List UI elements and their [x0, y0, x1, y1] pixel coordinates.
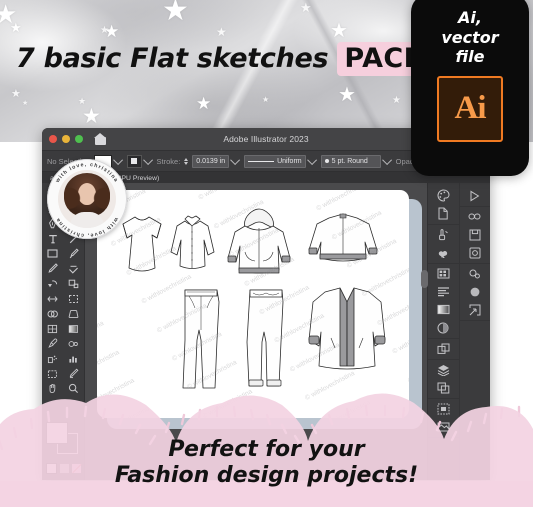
- stroke-label: Stroke:: [156, 156, 181, 166]
- symbols-panel-icon[interactable]: [436, 245, 451, 260]
- chevron-down-icon[interactable]: [381, 154, 392, 165]
- brush-value: 5 pt. Round: [331, 157, 368, 165]
- save-panel-icon[interactable]: [467, 227, 482, 242]
- stroke-profile-select[interactable]: Uniform: [244, 154, 306, 168]
- chevron-down-icon[interactable]: [230, 154, 241, 165]
- ai-badge-line-3: file: [455, 47, 485, 67]
- garment-jeans: [182, 289, 220, 389]
- listing-graphic-canvas: ★ ★ ★ ★ ★ ★ ★ ★ ★ ★ ★ ★ ★ ★ ★ ★ 7 basic …: [0, 0, 533, 507]
- rotate-tool-icon[interactable]: [42, 276, 63, 291]
- ai-logo-label: Ai: [454, 90, 487, 127]
- blend-tool-icon[interactable]: [63, 336, 84, 351]
- play-action-icon[interactable]: [467, 188, 482, 203]
- badge-text-bottom: with love, christina: [55, 215, 120, 238]
- brush-definition-select[interactable]: 5 pt. Round: [320, 154, 381, 168]
- headline-main: 7 basic Flat sketches: [16, 43, 329, 74]
- chevron-down-icon[interactable]: [306, 154, 317, 165]
- garment-dress: [122, 216, 162, 272]
- brush-icon: [324, 159, 329, 163]
- stroke-color-swatch[interactable]: [126, 154, 142, 168]
- free-transform-tool-icon[interactable]: [63, 291, 84, 306]
- slice-tool-icon[interactable]: [63, 366, 84, 381]
- ai-vector-file-badge: Ai, vector file Ai: [411, 0, 529, 176]
- panel-group-actions: [459, 186, 490, 207]
- mesh-tool-icon[interactable]: [42, 321, 63, 336]
- stroke-weight-stepper[interactable]: [184, 157, 189, 165]
- paintbrush-tool-icon[interactable]: [63, 246, 84, 261]
- brushes-panel-icon[interactable]: [436, 227, 451, 242]
- garment-hoodie: [227, 208, 291, 274]
- shaper-tool-icon[interactable]: [63, 261, 84, 276]
- panel-group-styles: [459, 264, 490, 321]
- stroke-profile-value: Uniform: [277, 157, 302, 165]
- transform-panel-icon[interactable]: [436, 341, 451, 356]
- artboard-tool-icon[interactable]: [42, 366, 63, 381]
- panel-group-color: [428, 186, 459, 225]
- page-title: 7 basic Flat sketches PACK: [16, 42, 432, 76]
- adobe-illustrator-logo-icon: Ai: [437, 75, 503, 142]
- artboard[interactable]: © withlovechristina © withlovechristina …: [97, 190, 409, 418]
- stroke-weight-value: 0.0139 in: [196, 157, 226, 165]
- asset-export-icon[interactable]: [467, 245, 482, 260]
- badge-text-top: with love, christina: [54, 162, 119, 185]
- align-panel-icon[interactable]: [436, 284, 451, 299]
- gradient-tool-icon[interactable]: [63, 321, 84, 336]
- garment-sketches: [122, 208, 386, 389]
- canvas-scrollbar-thumb[interactable]: [421, 270, 428, 288]
- export-panel-icon[interactable]: [467, 302, 482, 317]
- chevron-down-icon[interactable]: [142, 154, 153, 165]
- stroke-weight-input[interactable]: 0.0139 in: [192, 154, 230, 168]
- ai-badge-text: Ai, vector file: [441, 8, 498, 67]
- garment-joggers: [246, 289, 284, 387]
- graphic-styles-icon[interactable]: [467, 266, 482, 281]
- scale-tool-icon[interactable]: [63, 276, 84, 291]
- column-graph-tool-icon[interactable]: [63, 351, 84, 366]
- layers-panel-icon[interactable]: [436, 362, 451, 377]
- eyedropper-tool-icon[interactable]: [42, 336, 63, 351]
- color-panel-icon[interactable]: [436, 188, 451, 203]
- footer-line-1: Perfect for your: [168, 437, 365, 463]
- panel-group-links: [459, 207, 490, 264]
- pencil-tool-icon[interactable]: [42, 261, 63, 276]
- width-tool-icon[interactable]: [42, 291, 63, 306]
- links-panel-icon[interactable]: [467, 209, 482, 224]
- swatches-panel-icon[interactable]: [436, 266, 451, 281]
- perspective-grid-tool-icon[interactable]: [63, 306, 84, 321]
- document-panel-icon[interactable]: [436, 206, 451, 221]
- stroke-profile-icon: [248, 160, 275, 162]
- christina-seal-badge: with love, christina with love, christin…: [47, 159, 127, 239]
- ai-badge-line-1: Ai,: [458, 8, 482, 27]
- gradient-panel-icon[interactable]: [436, 302, 451, 317]
- panel-group-transform: [428, 339, 459, 360]
- transparency-icon[interactable]: [467, 284, 482, 299]
- badge-curved-text: with love, christina with love, christin…: [54, 162, 120, 238]
- footer-tagline: Perfect for your Fashion design projects…: [0, 437, 533, 489]
- panel-group-brushes: [428, 225, 459, 264]
- panel-group-swatches: [428, 264, 459, 339]
- garment-shirt: [170, 215, 215, 269]
- appearance-panel-icon[interactable]: [436, 320, 451, 335]
- ai-badge-line-2: vector: [441, 27, 499, 47]
- symbol-sprayer-tool-icon[interactable]: [42, 351, 63, 366]
- rectangle-tool-icon[interactable]: [42, 246, 63, 261]
- garment-cardigan: [308, 287, 386, 370]
- garment-bomber: [308, 213, 378, 262]
- footer-line-2: Fashion design projects!: [114, 463, 419, 489]
- shape-builder-tool-icon[interactable]: [42, 306, 63, 321]
